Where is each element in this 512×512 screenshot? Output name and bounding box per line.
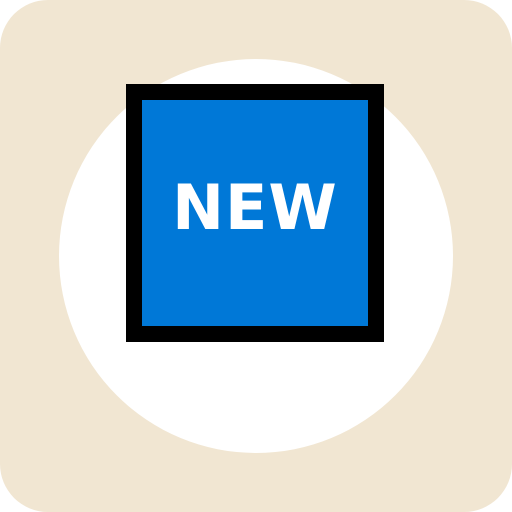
badge-label: NEW	[172, 171, 338, 244]
new-badge-icon: NEW	[126, 84, 384, 342]
badge-fill: NEW	[142, 100, 368, 326]
new-badge-app-icon: NEW	[0, 0, 512, 512]
